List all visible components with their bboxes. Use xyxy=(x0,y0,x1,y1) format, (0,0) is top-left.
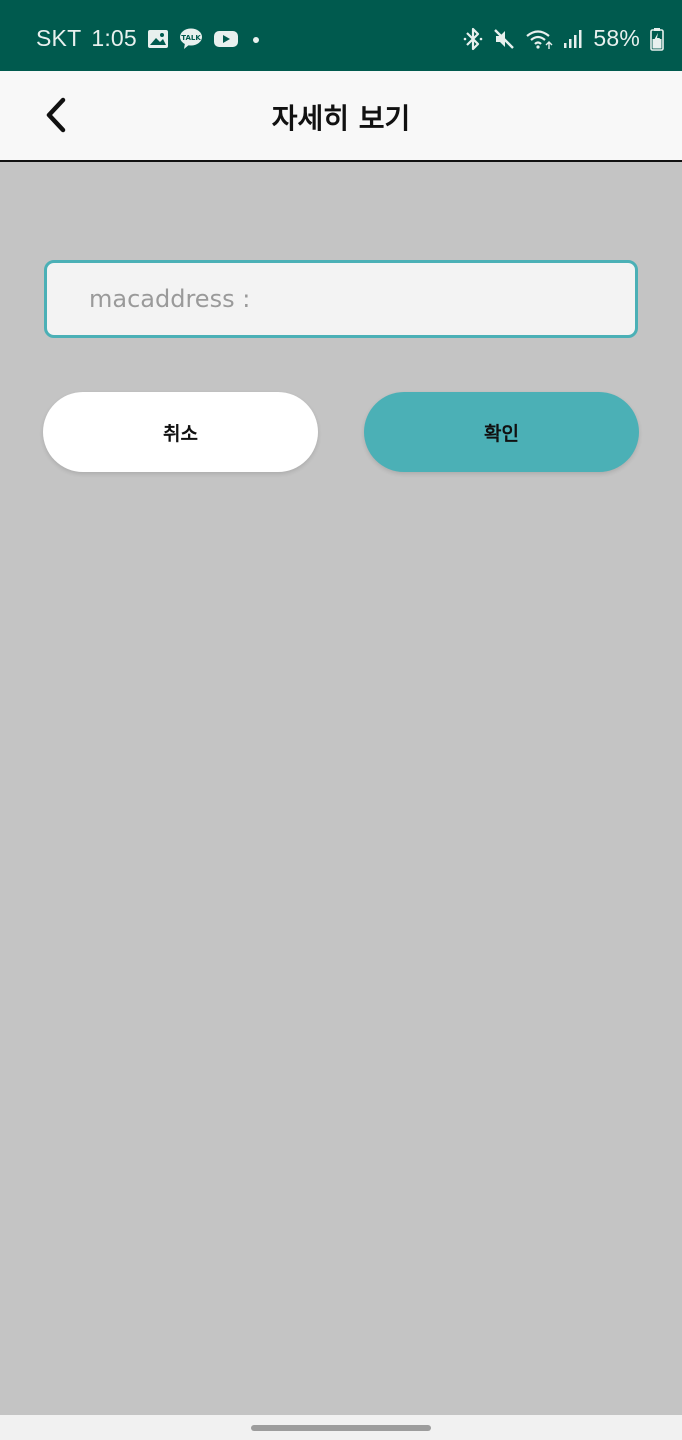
carrier-label: SKT xyxy=(36,25,82,51)
mute-icon xyxy=(493,27,515,51)
signal-icon xyxy=(563,28,583,50)
wifi-icon xyxy=(525,27,553,51)
confirm-button[interactable]: 확인 xyxy=(364,392,639,472)
cancel-button[interactable]: 취소 xyxy=(43,392,318,472)
app-bar: 자세히 보기 xyxy=(0,71,682,162)
mac-address-input[interactable] xyxy=(89,285,635,313)
talk-icon: TALK xyxy=(179,28,203,50)
bluetooth-icon xyxy=(463,27,483,51)
image-icon xyxy=(147,29,169,49)
battery-percent: 58% xyxy=(593,25,640,51)
battery-icon xyxy=(650,27,664,51)
dot-icon xyxy=(249,29,263,49)
status-bar: SKT 1:05 TALK 58% xyxy=(0,0,682,71)
gesture-nav-area xyxy=(0,1415,682,1440)
page-title: 자세히 보기 xyxy=(271,102,411,135)
youtube-icon xyxy=(213,29,239,49)
mac-address-field xyxy=(44,260,638,338)
svg-text:TALK: TALK xyxy=(181,34,201,42)
clock-label: 1:05 xyxy=(91,25,137,51)
status-right: 58% xyxy=(463,25,664,52)
home-indicator[interactable] xyxy=(251,1425,431,1431)
status-left: SKT 1:05 TALK xyxy=(36,25,263,52)
